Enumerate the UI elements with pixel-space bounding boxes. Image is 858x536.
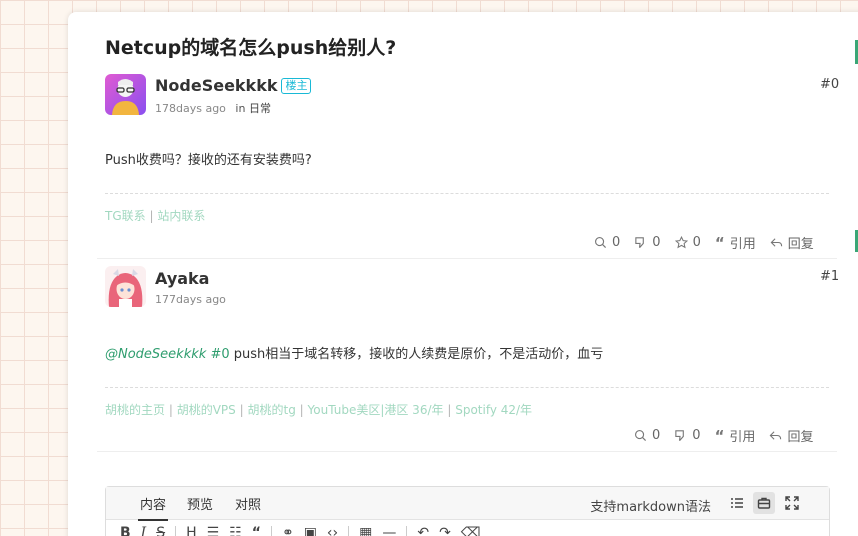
tab-compare[interactable]: 对照 bbox=[235, 494, 261, 513]
dislike-count: 0 bbox=[652, 235, 661, 250]
unordered-list-icon[interactable]: ☰ bbox=[207, 525, 220, 536]
like-button[interactable]: 0 bbox=[634, 428, 660, 443]
reply-button[interactable]: 回复 bbox=[770, 233, 814, 252]
signature: TG联系 | 站内联系 bbox=[105, 207, 205, 224]
author-name[interactable]: NodeSeekkkk 楼主 bbox=[155, 76, 312, 95]
signature-separator: | bbox=[149, 209, 154, 223]
nodeseek-avatar-icon bbox=[105, 74, 146, 115]
image-icon[interactable]: ▣ bbox=[304, 525, 317, 536]
quote-button[interactable]: “ 引用 bbox=[714, 426, 756, 446]
floor-number[interactable]: #0 bbox=[820, 77, 839, 92]
post-time: 178days ago bbox=[155, 102, 226, 115]
signature-link[interactable]: Spotify 42/年 bbox=[455, 403, 532, 417]
post-actions: 0 0 0 “ 引用 回复 bbox=[594, 233, 814, 252]
post-time: 177days ago bbox=[155, 293, 226, 306]
post-content: @NodeSeekkkk #0 push相当于域名转移，接收的人续费是原价，不是… bbox=[105, 343, 603, 362]
signature-link[interactable]: 胡桃的tg bbox=[248, 403, 296, 417]
signature-separator: | bbox=[299, 403, 304, 417]
reply-button[interactable]: 回复 bbox=[769, 426, 813, 445]
thumbs-down-icon bbox=[635, 237, 645, 248]
reply-label: 回复 bbox=[787, 430, 814, 445]
post-divider bbox=[97, 451, 837, 452]
strikethrough-icon[interactable]: S bbox=[156, 525, 165, 536]
link-icon[interactable]: ⚭ bbox=[282, 525, 294, 536]
signature-separator: | bbox=[239, 403, 244, 417]
tab-preview[interactable]: 预览 bbox=[187, 494, 213, 513]
signature-link[interactable]: 胡桃的VPS bbox=[177, 403, 236, 417]
mention-link[interactable]: @NodeSeekkkk bbox=[105, 347, 206, 362]
quote-button[interactable]: “ 引用 bbox=[714, 233, 756, 253]
signature-separator: | bbox=[168, 403, 173, 417]
star-icon bbox=[674, 236, 688, 249]
star-count: 0 bbox=[692, 235, 701, 250]
floor-reference-link[interactable]: #0 bbox=[210, 347, 229, 362]
dislike-count: 0 bbox=[692, 428, 701, 443]
markdown-tip[interactable]: 支持markdown语法 bbox=[590, 496, 711, 515]
quote-icon: “ bbox=[714, 233, 725, 252]
bold-icon[interactable]: B bbox=[120, 525, 131, 536]
signature-link[interactable]: 站内联系 bbox=[157, 209, 205, 223]
ordered-list-icon[interactable]: ☷ bbox=[229, 525, 242, 536]
in-label: in bbox=[235, 102, 246, 115]
reply-editor: 内容 预览 对照 支持markdown语法 B I S H ☰ ☷ “ ⚭ ▣ … bbox=[105, 486, 830, 536]
toolbar-divider bbox=[406, 526, 408, 536]
dislike-button[interactable]: 0 bbox=[674, 428, 701, 443]
like-count: 0 bbox=[652, 428, 661, 443]
list-view-icon[interactable] bbox=[726, 492, 748, 514]
quote-label: 引用 bbox=[729, 430, 756, 445]
toolbar-divider bbox=[270, 526, 272, 536]
undo-icon[interactable]: ↶ bbox=[417, 525, 429, 536]
like-button[interactable]: 0 bbox=[594, 235, 620, 250]
format-toolbar: B I S H ☰ ☷ “ ⚭ ▣ ‹› ▦ — ↶ ↷ ⌫ bbox=[120, 525, 481, 536]
category-link[interactable]: 日常 bbox=[249, 102, 271, 115]
author-name[interactable]: Ayaka bbox=[155, 269, 209, 288]
redo-icon[interactable]: ↷ bbox=[439, 525, 451, 536]
like-count: 0 bbox=[612, 235, 621, 250]
post-meta: 178days ago in 日常 bbox=[155, 100, 271, 116]
ayaka-avatar-icon bbox=[105, 266, 146, 307]
signature-link[interactable]: 胡桃的主页 bbox=[105, 403, 165, 417]
reply-icon bbox=[770, 431, 782, 440]
star-button[interactable]: 0 bbox=[674, 235, 701, 250]
signature-link[interactable]: TG联系 bbox=[105, 209, 146, 223]
dislike-button[interactable]: 0 bbox=[634, 235, 661, 250]
italic-icon[interactable]: I bbox=[141, 525, 147, 536]
signature-link[interactable]: YouTube美区|港区 36/年 bbox=[308, 403, 444, 417]
signature-separator: | bbox=[447, 403, 452, 417]
thumbs-down-icon bbox=[675, 430, 685, 441]
quote-icon: “ bbox=[714, 426, 725, 445]
signature-divider bbox=[105, 193, 829, 194]
toolbox-icon[interactable] bbox=[753, 492, 775, 514]
toolbar-divider bbox=[348, 526, 350, 536]
avatar[interactable] bbox=[105, 74, 146, 115]
code-icon[interactable]: ‹› bbox=[327, 525, 338, 536]
floor-number[interactable]: #1 bbox=[820, 269, 839, 284]
toolbar-divider bbox=[175, 526, 177, 536]
post-actions: 0 0 “ 引用 回复 bbox=[634, 426, 813, 445]
reply-label: 回复 bbox=[787, 237, 814, 252]
post-text: push相当于域名转移，接收的人续费是原价，不是活动价，血亏 bbox=[229, 347, 604, 362]
topic-title: Netcup的域名怎么push给别人? bbox=[105, 37, 397, 59]
like-icon bbox=[595, 237, 607, 249]
signature-divider bbox=[105, 387, 829, 388]
post-divider bbox=[97, 258, 837, 259]
signature: 胡桃的主页 | 胡桃的VPS | 胡桃的tg | YouTube美区|港区 36… bbox=[105, 401, 532, 418]
horizontal-rule-icon[interactable]: — bbox=[382, 525, 396, 536]
quote-label: 引用 bbox=[729, 237, 756, 252]
author-link[interactable]: NodeSeekkkk bbox=[155, 76, 277, 95]
heading-icon[interactable]: H bbox=[186, 525, 197, 536]
op-badge: 楼主 bbox=[281, 78, 312, 94]
quote-icon[interactable]: “ bbox=[252, 525, 261, 536]
table-icon[interactable]: ▦ bbox=[359, 525, 372, 536]
like-icon bbox=[635, 430, 647, 442]
avatar[interactable] bbox=[105, 266, 146, 307]
tab-content[interactable]: 内容 bbox=[137, 494, 169, 521]
reply-icon bbox=[770, 238, 782, 247]
fullscreen-icon[interactable] bbox=[781, 492, 803, 514]
editor-tabs: 内容 预览 对照 支持markdown语法 bbox=[106, 487, 829, 521]
eraser-icon[interactable]: ⌫ bbox=[461, 525, 481, 536]
post-content: Push收费吗？接收的还有安装费吗? bbox=[105, 153, 312, 168]
